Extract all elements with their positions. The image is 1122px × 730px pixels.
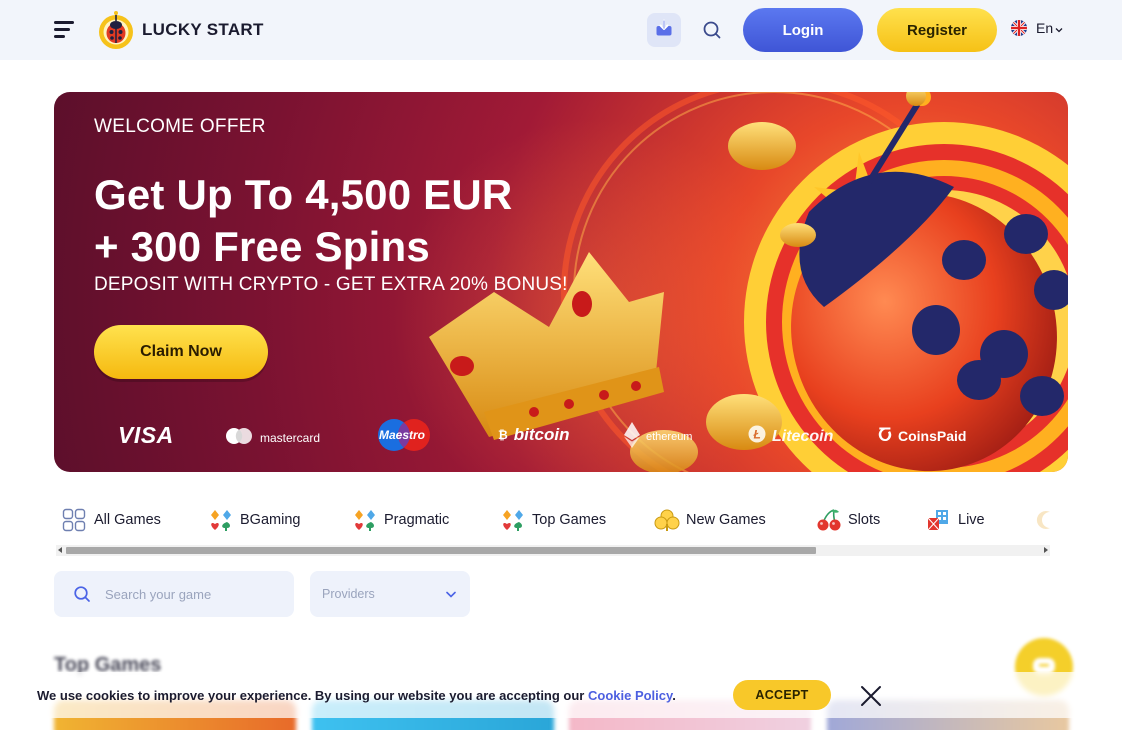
tab-label: New Games bbox=[686, 512, 766, 528]
site-logo[interactable]: LUCKY START bbox=[98, 10, 264, 50]
ladybug-logo-icon bbox=[98, 10, 134, 50]
maestro-logo: Maestro bbox=[376, 418, 432, 452]
mastercard-label: mastercard bbox=[260, 430, 321, 445]
live-icon bbox=[926, 508, 950, 532]
language-label: En bbox=[1036, 20, 1054, 36]
uk-flag-icon bbox=[1011, 20, 1027, 36]
tab-live[interactable]: Live bbox=[926, 505, 985, 535]
grid-icon bbox=[62, 508, 86, 532]
banner-title-line-2: + 300 Free Spins bbox=[94, 223, 430, 270]
coinspaid-icon: Ⴀ bbox=[878, 428, 892, 445]
scroll-right-icon[interactable] bbox=[1044, 547, 1048, 553]
login-button[interactable]: Login bbox=[743, 8, 863, 52]
coinspaid-logo: Ⴀ CoinsPaid bbox=[878, 426, 966, 446]
search-icon[interactable] bbox=[700, 18, 724, 42]
download-button[interactable] bbox=[647, 13, 681, 47]
tab-new-games[interactable]: New Games bbox=[654, 505, 766, 535]
bitcoin-icon: ₿ bbox=[498, 428, 508, 442]
providers-dropdown[interactable]: Providers bbox=[310, 571, 470, 617]
litecoin-label: Litecoin bbox=[772, 427, 834, 445]
tab-label: All Games bbox=[94, 512, 161, 528]
ethereum-icon bbox=[624, 422, 640, 451]
site-header: LUCKY START Login Register En bbox=[0, 0, 1122, 60]
moon-icon bbox=[1036, 508, 1060, 532]
scroll-left-icon[interactable] bbox=[58, 547, 62, 553]
banner-title: Get Up To 4,500 EUR + 300 Free Spins bbox=[94, 169, 512, 273]
scroll-thumb[interactable] bbox=[66, 547, 816, 554]
card-suits-icon bbox=[208, 508, 232, 532]
tab-label: Slots bbox=[848, 512, 881, 528]
chevron-down-icon bbox=[1055, 20, 1063, 36]
bitcoin-logo: ₿ bitcoin bbox=[498, 425, 570, 445]
download-icon bbox=[655, 19, 673, 42]
cookie-policy-link[interactable]: Cookie Policy bbox=[588, 688, 672, 703]
tab-all-games[interactable]: All Games bbox=[62, 505, 161, 535]
clover-icon bbox=[654, 508, 680, 532]
cookie-consent-bar: We use cookies to improve your experienc… bbox=[0, 672, 1122, 718]
banner-subtitle: DEPOSIT WITH CRYPTO - GET EXTRA 20% BONU… bbox=[94, 274, 568, 295]
tab-label: Live bbox=[958, 512, 985, 528]
register-button[interactable]: Register bbox=[877, 8, 997, 52]
banner-title-line-1: Get Up To 4,500 EUR bbox=[94, 171, 513, 218]
game-search-input[interactable] bbox=[105, 586, 275, 602]
cookie-text: We use cookies to improve your experienc… bbox=[37, 688, 588, 703]
ethereum-logo: ethereum bbox=[624, 422, 692, 451]
tab-label: Top Games bbox=[532, 512, 607, 528]
ethereum-label: ethereum bbox=[646, 430, 693, 443]
game-search-field[interactable] bbox=[54, 571, 294, 617]
coinspaid-label: CoinsPaid bbox=[897, 428, 967, 444]
close-icon[interactable] bbox=[859, 684, 883, 708]
cookie-period: . bbox=[672, 688, 676, 703]
tab-bgaming[interactable]: BGaming bbox=[208, 505, 300, 535]
game-category-tabs: All Games BGaming Pragmatic Top Games Ne… bbox=[54, 505, 1054, 535]
tab-pragmatic[interactable]: Pragmatic bbox=[352, 505, 449, 535]
tab-more-partial[interactable] bbox=[1036, 505, 1060, 535]
cherries-icon bbox=[816, 508, 841, 532]
bitcoin-label: bitcoin bbox=[513, 425, 570, 444]
tab-label: Pragmatic bbox=[384, 512, 450, 528]
svg-text:Ł: Ł bbox=[753, 428, 761, 442]
category-scrollbar[interactable] bbox=[56, 545, 1050, 556]
banner-eyebrow: WELCOME OFFER bbox=[94, 116, 266, 137]
card-suits-icon bbox=[500, 508, 524, 532]
cookie-message: We use cookies to improve your experienc… bbox=[37, 688, 676, 703]
accept-cookies-button[interactable]: ACCEPT bbox=[733, 680, 831, 710]
visa-logo: VISA bbox=[118, 422, 174, 448]
search-icon bbox=[73, 585, 91, 603]
tab-top-games[interactable]: Top Games bbox=[500, 505, 606, 535]
menu-icon[interactable] bbox=[54, 21, 76, 39]
mastercard-icon bbox=[224, 427, 254, 448]
litecoin-icon: Ł bbox=[748, 425, 766, 448]
card-suits-icon bbox=[352, 508, 376, 532]
mastercard-logo: mastercard bbox=[224, 427, 320, 448]
litecoin-logo: Ł Litecoin bbox=[748, 425, 833, 448]
language-selector[interactable]: En bbox=[1011, 20, 1063, 36]
tab-label: BGaming bbox=[240, 512, 301, 528]
chevron-down-icon bbox=[446, 591, 456, 598]
maestro-label: Maestro bbox=[379, 428, 426, 442]
payment-methods: VISA mastercard Maestro ₿ bitcoin ethere… bbox=[54, 418, 1068, 454]
welcome-offer-banner[interactable]: WELCOME OFFER Get Up To 4,500 EUR + 300 … bbox=[54, 92, 1068, 472]
tab-slots[interactable]: Slots bbox=[816, 505, 880, 535]
providers-label: Providers bbox=[322, 587, 375, 601]
logo-text: LUCKY START bbox=[142, 20, 264, 39]
claim-now-button[interactable]: Claim Now bbox=[94, 325, 268, 379]
